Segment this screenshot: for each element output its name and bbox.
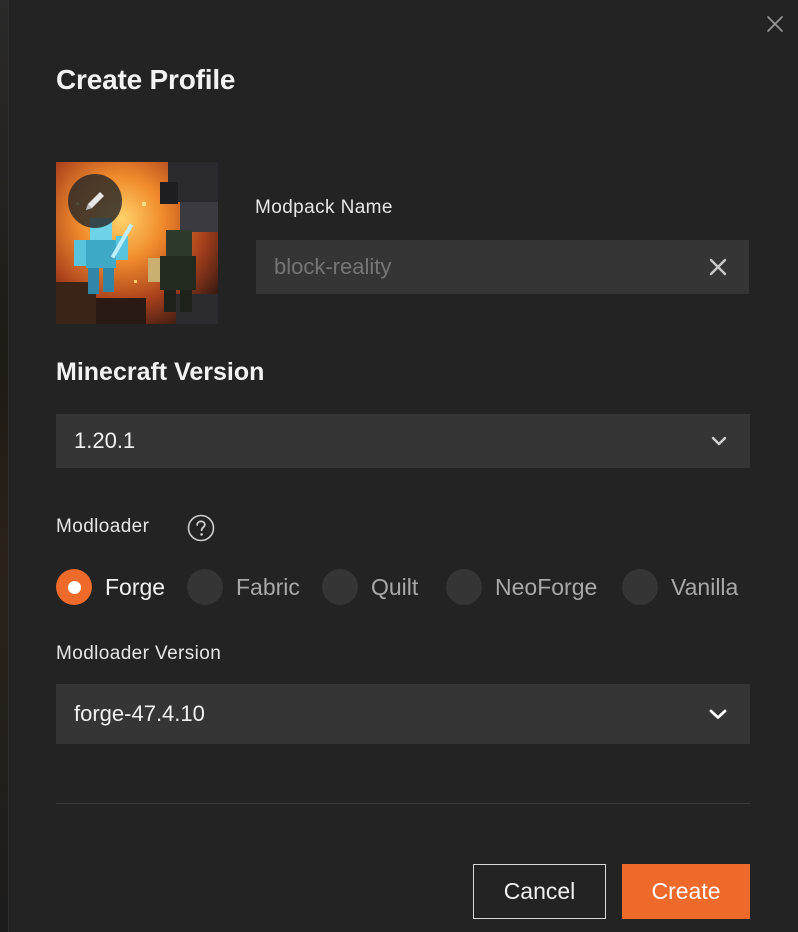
pencil-icon <box>86 192 104 210</box>
backdrop-strip <box>0 0 8 932</box>
radio-label-quilt: Quilt <box>371 573 419 600</box>
radio-circle-quilt <box>322 569 358 605</box>
chevron-down-icon <box>710 435 728 447</box>
profile-image[interactable] <box>56 162 218 324</box>
radio-circle-forge <box>56 569 92 605</box>
minecraft-version-select[interactable]: 1.20.1 <box>56 414 750 468</box>
cancel-button[interactable]: Cancel <box>473 864 606 919</box>
modpack-name-label: Modpack Name <box>255 197 393 218</box>
edit-image-button[interactable] <box>68 174 122 228</box>
modpack-name-input[interactable] <box>274 254 694 280</box>
create-profile-dialog: Create Profile Modpack Name block-realit… <box>8 0 798 932</box>
modloader-version-select[interactable]: forge-47.4.10 <box>56 684 750 744</box>
radio-circle-fabric <box>187 569 223 605</box>
minecraft-version-heading: Minecraft Version <box>56 358 265 386</box>
radio-label-forge: Forge <box>105 573 166 600</box>
clear-button[interactable] <box>705 254 731 280</box>
minecraft-version-value: 1.20.1 <box>74 428 136 453</box>
close-button[interactable] <box>763 12 787 36</box>
radio-circle-vanilla <box>622 569 658 605</box>
dialog-title: Create Profile <box>56 64 236 95</box>
radio-neoforge[interactable]: NeoForge <box>446 568 597 606</box>
radio-vanilla[interactable]: Vanilla <box>622 568 738 606</box>
chevron-down-icon <box>708 708 728 720</box>
radio-label-vanilla: Vanilla <box>671 573 739 600</box>
close-icon <box>767 16 783 32</box>
radio-label-fabric: Fabric <box>236 573 300 600</box>
footer-divider <box>56 803 750 804</box>
modloader-version-value: forge-47.4.10 <box>74 701 205 726</box>
radio-fabric[interactable]: Fabric <box>187 568 300 606</box>
modloader-version-label: Modloader Version <box>56 643 222 664</box>
modloader-radio-group: Forge Fabric Quilt NeoForge Vanilla <box>56 568 756 606</box>
radio-quilt[interactable]: Quilt <box>322 568 418 606</box>
radio-label-neoforge: NeoForge <box>495 573 598 600</box>
clear-icon <box>709 258 727 276</box>
modloader-label: Modloader <box>56 516 150 537</box>
modpack-name-field <box>256 240 749 294</box>
radio-forge[interactable]: Forge <box>56 568 165 606</box>
help-icon[interactable] <box>187 514 215 542</box>
radio-circle-neoforge <box>446 569 482 605</box>
create-button[interactable]: Create <box>622 864 750 919</box>
